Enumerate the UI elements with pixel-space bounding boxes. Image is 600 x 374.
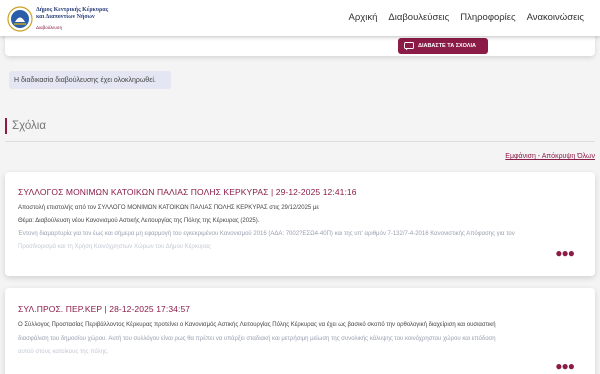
consultation-card xyxy=(5,36,595,56)
main-nav: Αρχική Διαβουλεύσεις Πληροφορίες Ανακοιν… xyxy=(349,12,584,23)
logo-subtitle: Διαβούλευση xyxy=(36,25,63,30)
chat-bubble-icon xyxy=(404,41,414,50)
comment-fade-overlay xyxy=(5,358,595,374)
section-divider xyxy=(5,141,595,142)
comment-title: ΣΥΛ.ΠΡΟΣ. ΠΕΡ.ΚΕΡ | 28-12-2025 17:34:57 xyxy=(18,304,191,314)
more-dots-icon[interactable]: ●●● xyxy=(555,247,575,259)
read-comments-label: ΔΙΑΒΑΣΤΕ ΤΑ ΣΧΟΛΙΑ xyxy=(418,43,476,49)
comment-fade-overlay xyxy=(5,246,595,276)
logo-title: Δήμος Κεντρικής Κέρκυρας και Διαποντίων … xyxy=(36,7,108,20)
municipality-logo[interactable]: Δήμος Κεντρικής Κέρκυρας και Διαποντίων … xyxy=(7,5,108,32)
comment-card: ΣΥΛΛΟΓΟΣ ΜΟΝΙΜΩΝ ΚΑΤΟΙΚΩΝ ΠΑΛΙΑΣ ΠΟΛΗΣ Κ… xyxy=(5,172,595,276)
nav-item-announcements[interactable]: Ανακοινώσεις xyxy=(527,12,584,23)
nav-item-information[interactable]: Πληροφορίες xyxy=(460,12,515,23)
comment-text-line: αυτού στους κατοίκους της πόλης. xyxy=(18,349,109,355)
top-header: Δήμος Κεντρικής Κέρκυρας και Διαποντίων … xyxy=(0,0,600,36)
nav-item-home[interactable]: Αρχική xyxy=(349,12,378,23)
read-comments-button[interactable]: ΔΙΑΒΑΣΤΕ ΤΑ ΣΧΟΛΙΑ xyxy=(398,38,488,54)
logo-line-1: Δήμος Κεντρικής Κέρκυρας xyxy=(36,7,109,13)
comment-text-line: Αποστολή επιστολής από τον ΣΥΛΛΟΓΟ ΜΟΝΙΜ… xyxy=(18,205,320,211)
comment-text-line: Θέμα: Διαβούλευση νέου Κανονισμού Αστική… xyxy=(18,218,260,224)
comments-section-title: Σχόλια xyxy=(5,118,46,134)
comment-text-line: Έντονη διαμαρτυρία για τον έως και σήμερ… xyxy=(18,231,515,237)
municipality-emblem-icon xyxy=(7,6,33,32)
consultation-status-message: Η διαδικασία διαβούλευσης έχει ολοκληρωθ… xyxy=(9,71,171,89)
comment-title: ΣΥΛΛΟΓΟΣ ΜΟΝΙΜΩΝ ΚΑΤΟΙΚΩΝ ΠΑΛΙΑΣ ΠΟΛΗΣ Κ… xyxy=(18,187,357,197)
logo-line-2: και Διαποντίων Νήσων xyxy=(36,13,95,20)
comment-text-line: διασφάλιση του δημοσίου χώρου. Αυτή του … xyxy=(18,336,496,342)
nav-item-consultations[interactable]: Διαβουλεύσεις xyxy=(388,12,449,23)
comment-text-line: Ο Σύλλογος Προστασίας Περιβάλλοντος Κέρκ… xyxy=(18,322,496,328)
more-dots-icon[interactable]: ●●● xyxy=(555,360,575,372)
toggle-all-comments-link[interactable]: Εμφάνιση - Απόκρυψη Όλων xyxy=(505,153,595,160)
comment-card: ΣΥΛ.ΠΡΟΣ. ΠΕΡ.ΚΕΡ | 28-12-2025 17:34:57 … xyxy=(5,288,595,374)
